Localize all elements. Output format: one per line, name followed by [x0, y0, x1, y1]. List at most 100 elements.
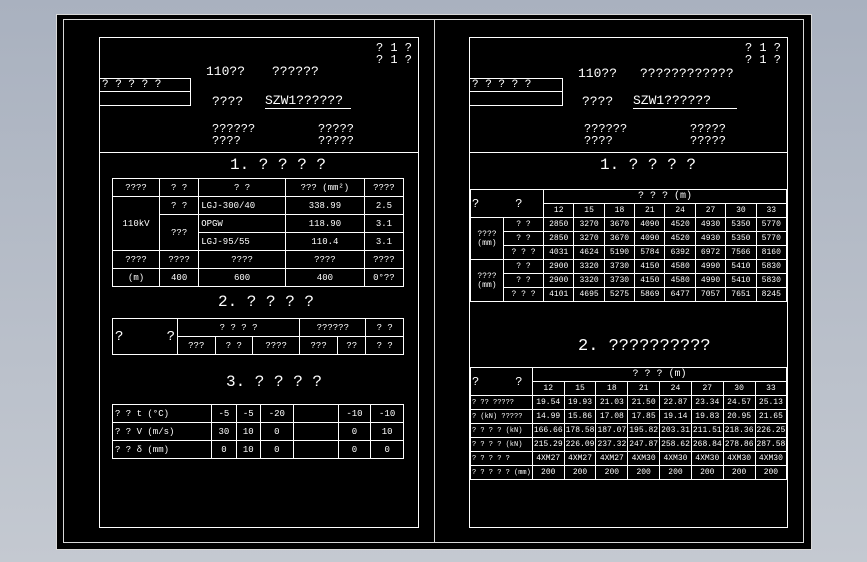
table-cell: 3730	[603, 259, 636, 274]
table-cell: 15.86	[563, 409, 597, 424]
table-cell: 4XM27	[531, 451, 565, 466]
table-header: 18	[595, 381, 629, 396]
table-header: 27	[694, 203, 727, 218]
left-weather-table: ? ? t (°C) -5 -5 -20 -10 -10 ? ? V (m/s)…	[111, 404, 404, 459]
table-header: 21	[634, 203, 666, 218]
table-cell: 0	[211, 440, 237, 459]
table-cell: 2850	[543, 217, 575, 232]
right-sheet: ? 1 ? ? 1 ? ? ? ? ? ? 110?? ????????????…	[469, 37, 788, 528]
table-cell: ? ? ? ? ? (mm)	[470, 465, 533, 480]
left-stamp-box: ? ? ? ? ?	[100, 78, 191, 106]
table-cell: 8160	[755, 245, 788, 260]
table-cell: 24.57	[722, 395, 756, 410]
left-title-name: ??????	[272, 64, 319, 79]
table-cell: 278.86	[722, 437, 756, 452]
table-header: ? ?	[159, 178, 200, 197]
left-model-number: SZW1??????	[265, 94, 352, 109]
table-cell: ????	[284, 250, 365, 269]
table-cell: 7566	[725, 245, 757, 260]
table-cell-group: ???? (mm)	[470, 259, 504, 302]
table-cell: 3320	[573, 259, 605, 274]
table-header: 24	[659, 381, 692, 396]
table-cell: 5350	[725, 217, 757, 232]
right-stamp-label: ? ? ? ? ?	[472, 79, 532, 91]
table-cell: OPGW	[198, 214, 286, 233]
table-cell: 5869	[634, 287, 666, 302]
table-cell: 258.62	[659, 437, 692, 452]
table-cell: 21.03	[595, 395, 629, 410]
table-cell: 215.29	[531, 437, 565, 452]
table-cell: 25.13	[754, 395, 788, 410]
left-sheet-total: ? 1 ?	[375, 53, 412, 67]
table-cell: 10	[370, 422, 404, 441]
header-divider	[100, 152, 418, 153]
table-cell: 3730	[603, 273, 636, 288]
table-cell: 3.1	[363, 214, 405, 233]
cad-canvas[interactable]: ? 1 ? ? 1 ? ? ? ? ? ? 110?? ?????? ???? …	[56, 14, 812, 550]
table-cell: 4150	[634, 273, 666, 288]
table-header: 33	[755, 203, 788, 218]
header-divider	[470, 152, 787, 153]
table-cell: 30	[211, 422, 237, 441]
table-cell: 166.66	[531, 423, 565, 438]
table-cell: ??	[337, 336, 367, 355]
table-cell: 2900	[543, 273, 575, 288]
table-cell: 5830	[755, 273, 788, 288]
table-cell: ? ? ? ? ?	[470, 451, 533, 466]
table-cell: 4XM27	[595, 451, 629, 466]
table-cell: 21.50	[627, 395, 661, 410]
table-cell: 400	[284, 268, 365, 287]
table-cell: 5770	[755, 217, 788, 232]
table-cell: 10	[235, 422, 261, 441]
table-header: ????	[363, 178, 405, 197]
table-cell: 5770	[755, 231, 788, 246]
table-cell: 187.07	[595, 423, 629, 438]
table-cell: 19.93	[563, 395, 597, 410]
right-sheet-total: ? 1 ?	[744, 53, 781, 67]
table-cell: -5	[235, 404, 261, 423]
table-cell	[292, 440, 339, 459]
table-cell: 0	[259, 422, 294, 441]
table-header: ? ?	[365, 318, 404, 337]
table-cell-group: 110kV	[111, 196, 161, 251]
table-header: ??	[112, 318, 178, 355]
table-cell: 118.90	[284, 214, 365, 233]
table-header: 27	[690, 381, 724, 396]
right-title-type: ????	[582, 94, 614, 109]
table-cell: ????	[363, 250, 405, 269]
table-cell: 6392	[664, 245, 696, 260]
table-cell: 20.95	[722, 409, 756, 424]
table-cell: 200	[627, 465, 661, 480]
table-cell: 4520	[664, 217, 696, 232]
left-section3-heading: 3. ? ? ? ?	[226, 373, 323, 391]
table-header: 33	[754, 381, 788, 396]
table-cell: ????	[111, 250, 161, 269]
table-cell: ? ? t (°C)	[111, 404, 213, 423]
table-cell: 200	[659, 465, 692, 480]
table-cell: ? ?	[502, 231, 545, 246]
table-cell: ? ?	[365, 336, 404, 355]
table-cell: 178.58	[563, 423, 597, 438]
table-cell: 0	[337, 422, 372, 441]
table-cell: 3670	[603, 231, 636, 246]
table-cell: 4580	[664, 273, 696, 288]
table-header: 30	[722, 381, 756, 396]
left-section1-heading: 1. ? ? ? ?	[230, 156, 327, 174]
table-cell: 4990	[694, 273, 727, 288]
left-sub-left-2: ????	[212, 134, 241, 148]
table-cell: 287.58	[754, 437, 788, 452]
table-cell: 247.87	[627, 437, 661, 452]
table-cell: 4XM30	[627, 451, 661, 466]
table-cell: ? ? V (m/s)	[111, 422, 213, 441]
table-cell: -10	[337, 404, 372, 423]
table-cell: 8245	[755, 287, 788, 302]
table-cell: 7057	[694, 287, 727, 302]
table-cell: 200	[563, 465, 597, 480]
table-cell: 4695	[573, 287, 605, 302]
table-cell: 22.87	[659, 395, 692, 410]
left-sheet: ? 1 ? ? 1 ? ? ? ? ? ? 110?? ?????? ???? …	[99, 37, 419, 528]
left-conductor-table: ???? ? ? ? ? ??? (mm²) ???? 110kV ? ? LG…	[111, 178, 405, 287]
table-cell: 4930	[694, 217, 727, 232]
left-drawing-frame: ? 1 ? ? 1 ? ? ? ? ? ? 110?? ?????? ???? …	[63, 19, 435, 543]
left-section2-table: ?? ? ? ? ? ?????? ? ? ??? ? ? ???? ??? ?…	[112, 318, 404, 355]
